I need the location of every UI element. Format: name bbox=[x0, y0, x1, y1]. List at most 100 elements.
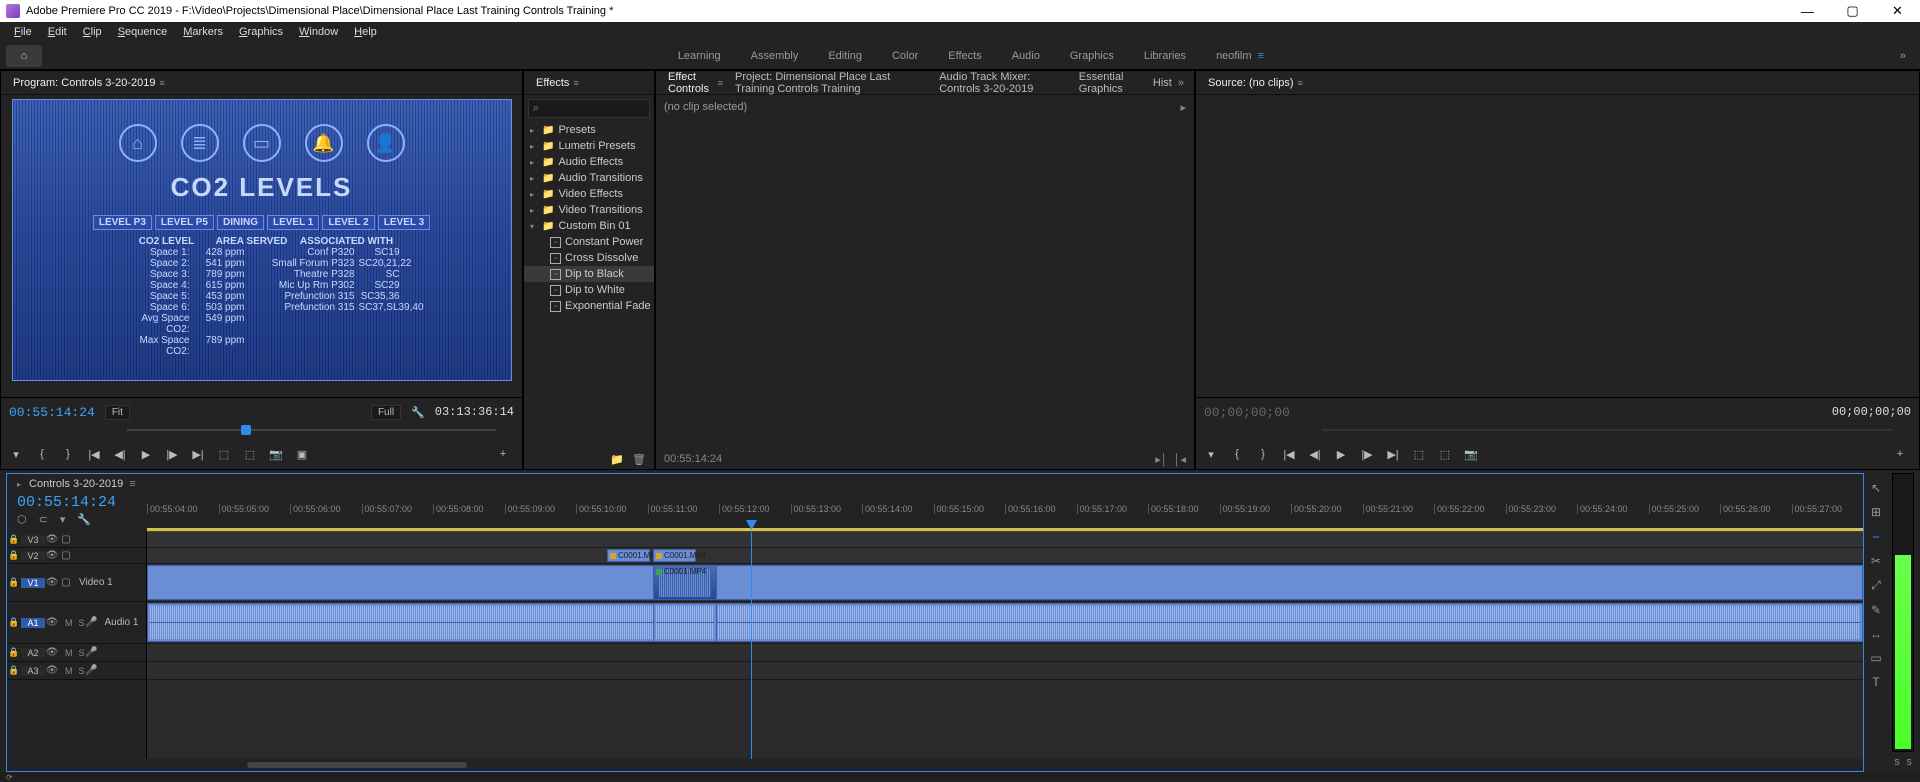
out-icon[interactable]: } bbox=[1256, 447, 1270, 461]
tree-folder[interactable]: ▸📁Lumetri Presets bbox=[524, 138, 654, 154]
home-button[interactable]: ⌂ bbox=[6, 45, 42, 67]
play-icon[interactable]: ▶ bbox=[139, 447, 153, 461]
step-fwd-icon[interactable]: |▶ bbox=[1360, 447, 1374, 461]
effects-search[interactable]: ⌕ bbox=[528, 99, 650, 118]
effects-tab[interactable]: Effects≡ bbox=[530, 77, 585, 89]
workspace-audio[interactable]: Audio bbox=[1012, 50, 1040, 62]
workspace-editing[interactable]: Editing bbox=[828, 50, 862, 62]
tree-folder[interactable]: ▸📁Video Transitions bbox=[524, 202, 654, 218]
tab-project[interactable]: Project: Dimensional Place Last Training… bbox=[729, 71, 933, 95]
clip-v1[interactable] bbox=[147, 565, 1863, 600]
workspace-effects[interactable]: Effects bbox=[948, 50, 981, 62]
timeline-playhead[interactable] bbox=[751, 532, 752, 759]
track-select-tool-icon[interactable]: ⊞ bbox=[1871, 505, 1881, 519]
tree-item[interactable]: ▫Exponential Fade bbox=[524, 298, 654, 314]
marker-icon[interactable]: ▾ bbox=[9, 447, 23, 461]
panel-menu-icon[interactable]: ≡ bbox=[159, 78, 164, 88]
tree-item-selected[interactable]: ▫Dip to Black bbox=[524, 266, 654, 282]
snap-icon[interactable]: ⬡ bbox=[17, 513, 27, 526]
play-icon[interactable]: ▶ bbox=[1334, 447, 1348, 461]
track-header-v2[interactable]: 🔒V2👁▢ bbox=[7, 548, 146, 564]
tab-audio-mixer[interactable]: Audio Track Mixer: Controls 3-20-2019 bbox=[933, 71, 1073, 95]
menu-file[interactable]: File bbox=[6, 26, 40, 38]
tree-item[interactable]: ▫Constant Power bbox=[524, 234, 654, 250]
step-back-icon[interactable]: ◀| bbox=[113, 447, 127, 461]
settings-icon[interactable]: 🔧 bbox=[77, 513, 91, 526]
tree-folder[interactable]: ▸📁Video Effects bbox=[524, 186, 654, 202]
program-tab[interactable]: Program: Controls 3-20-2019≡ bbox=[7, 77, 171, 89]
program-timecode[interactable]: 00:55:14:24 bbox=[9, 405, 95, 420]
menu-help[interactable]: Help bbox=[346, 26, 385, 38]
zoom-select[interactable]: Fit bbox=[105, 405, 130, 420]
button-editor-icon[interactable]: + bbox=[1893, 447, 1907, 461]
tab-effect-controls[interactable]: Effect Controls≡ bbox=[662, 71, 729, 95]
timeline-tracks[interactable]: C0001.MP4 C0001.MP4 C0001.MP4 bbox=[147, 532, 1863, 759]
lift-icon[interactable]: ⬚ bbox=[217, 447, 231, 461]
workspace-libraries[interactable]: Libraries bbox=[1144, 50, 1186, 62]
trash-icon[interactable]: 🗑 bbox=[632, 453, 646, 466]
source-timecode[interactable]: 00;00;00;00 bbox=[1204, 405, 1290, 420]
go-out-icon[interactable]: ▶| bbox=[1386, 447, 1400, 461]
marker-icon[interactable]: ▾ bbox=[1204, 447, 1218, 461]
workspace-color[interactable]: Color bbox=[892, 50, 918, 62]
tree-folder-open[interactable]: ▾📁Custom Bin 01 bbox=[524, 218, 654, 234]
marker-icon[interactable]: ▾ bbox=[60, 513, 66, 526]
extract-icon[interactable]: ⬚ bbox=[243, 447, 257, 461]
workspace-neofilm[interactable]: neofilm ≡ bbox=[1216, 50, 1264, 62]
hand-tool-icon[interactable]: ↔ bbox=[1870, 627, 1882, 641]
tree-folder[interactable]: ▸📁Audio Effects bbox=[524, 154, 654, 170]
tree-item[interactable]: ▫Dip to White bbox=[524, 282, 654, 298]
razor-tool-icon[interactable]: ✂ bbox=[1871, 554, 1881, 568]
timeline-ruler[interactable]: 00:55:04:0000:55:05:0000:55:06:0000:55:0… bbox=[147, 494, 1863, 532]
track-header-v1[interactable]: 🔒V1👁▢Video 1 bbox=[7, 564, 146, 602]
maximize-button[interactable]: ▢ bbox=[1830, 0, 1875, 22]
workspace-graphics[interactable]: Graphics bbox=[1070, 50, 1114, 62]
minimize-button[interactable]: — bbox=[1785, 0, 1830, 22]
step-back-icon[interactable]: ◀| bbox=[1308, 447, 1322, 461]
step-fwd-icon[interactable]: |▶ bbox=[165, 447, 179, 461]
button-editor-icon[interactable]: + bbox=[496, 447, 510, 461]
ripple-tool-icon[interactable]: ⎯ bbox=[1873, 529, 1879, 544]
tree-folder[interactable]: ▸📁Presets bbox=[524, 122, 654, 138]
rect-tool-icon[interactable]: ▭ bbox=[1870, 651, 1881, 665]
tab-essential-graphics[interactable]: Essential Graphics bbox=[1073, 71, 1147, 95]
close-button[interactable]: ✕ bbox=[1875, 0, 1920, 22]
menu-edit[interactable]: Edit bbox=[40, 26, 75, 38]
in-icon[interactable]: { bbox=[1230, 447, 1244, 461]
clip-v2[interactable]: C0001.MP4 bbox=[607, 549, 650, 562]
go-in-icon[interactable]: |◀ bbox=[1282, 447, 1296, 461]
workspace-overflow-icon[interactable]: » bbox=[1900, 50, 1906, 62]
wrench-icon[interactable]: 🔧 bbox=[411, 406, 425, 419]
track-header-a1[interactable]: 🔒A1👁MS🎤Audio 1 bbox=[7, 602, 146, 644]
menu-markers[interactable]: Markers bbox=[175, 26, 231, 38]
out-icon[interactable]: } bbox=[61, 447, 75, 461]
new-bin-icon[interactable]: 📁 bbox=[610, 453, 624, 466]
timeline-zoom-bar[interactable] bbox=[7, 759, 1863, 771]
go-out-icon[interactable]: ▶| bbox=[191, 447, 205, 461]
track-header-a3[interactable]: 🔒A3👁MS🎤 bbox=[7, 662, 146, 680]
type-tool-icon[interactable]: T bbox=[1872, 675, 1879, 689]
tree-item[interactable]: ▫Cross Dissolve bbox=[524, 250, 654, 266]
overwrite-icon[interactable]: ⬚ bbox=[1438, 447, 1452, 461]
clip-a1-insert[interactable] bbox=[653, 603, 717, 642]
insert-icon[interactable]: ⬚ bbox=[1412, 447, 1426, 461]
tabs-overflow-icon[interactable]: » bbox=[1178, 77, 1184, 89]
menu-sequence[interactable]: Sequence bbox=[110, 26, 176, 38]
tree-folder[interactable]: ▸📁Audio Transitions bbox=[524, 170, 654, 186]
track-header-a2[interactable]: 🔒A2👁MS🎤 bbox=[7, 644, 146, 662]
tab-history[interactable]: Hist bbox=[1147, 77, 1178, 89]
menu-window[interactable]: Window bbox=[291, 26, 346, 38]
workspace-learning[interactable]: Learning bbox=[678, 50, 721, 62]
export-frame-icon[interactable]: 📷 bbox=[1464, 447, 1478, 461]
compare-icon[interactable]: ▣ bbox=[295, 447, 309, 461]
zoom-handle-icon[interactable]: ▸│ bbox=[1155, 453, 1167, 466]
timeline-timecode[interactable]: 00:55:14:24 bbox=[17, 494, 147, 511]
source-tab[interactable]: Source: (no clips)≡ bbox=[1202, 77, 1309, 89]
pen-tool-icon[interactable]: ✎ bbox=[1871, 603, 1881, 617]
toggle-timeline-icon[interactable]: ▸ bbox=[1180, 101, 1186, 114]
selection-tool-icon[interactable]: ↖ bbox=[1871, 481, 1881, 495]
export-frame-icon[interactable]: 📷 bbox=[269, 447, 283, 461]
linked-sel-icon[interactable]: ⊂ bbox=[39, 513, 48, 526]
track-header-v3[interactable]: 🔒V3👁▢ bbox=[7, 532, 146, 548]
zoom-handle-icon[interactable]: │◂ bbox=[1174, 453, 1186, 466]
